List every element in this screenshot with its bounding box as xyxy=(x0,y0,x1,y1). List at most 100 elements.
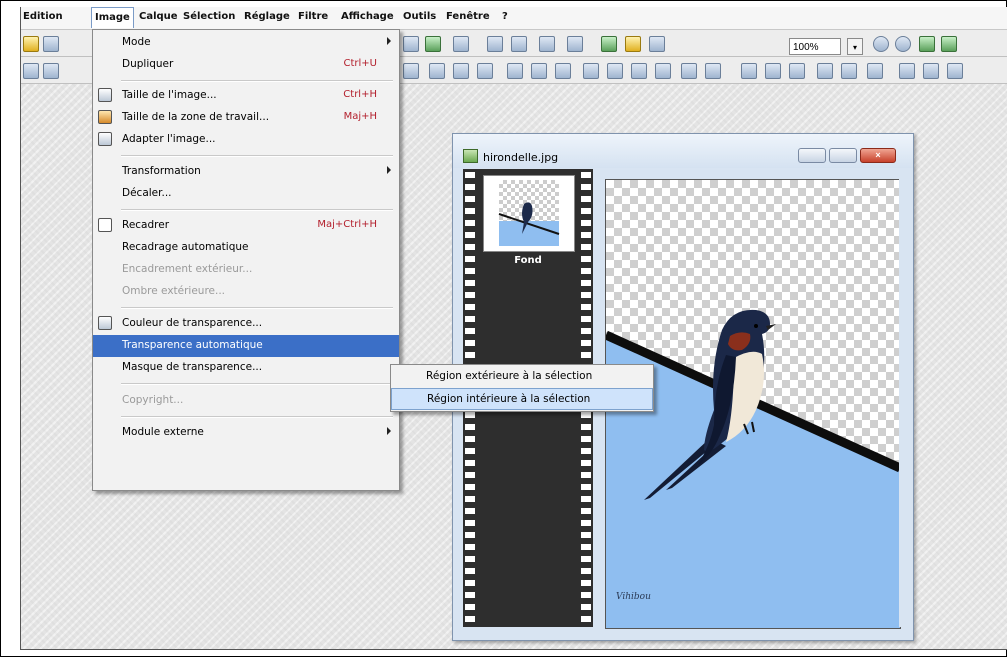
monitor-icon[interactable] xyxy=(649,36,665,52)
zoom-dropdown[interactable]: ▾ xyxy=(847,38,863,55)
align-left-icon[interactable] xyxy=(429,63,445,79)
menu-item-transparence-automatique[interactable]: Transparence automatique xyxy=(93,335,399,357)
minimize-button[interactable] xyxy=(798,148,826,163)
submenu-arrow-icon xyxy=(387,166,391,174)
menu-item-recadrer[interactable]: Recadrer Maj+Ctrl+H xyxy=(93,215,399,237)
menu-item-shortcut: Maj+H xyxy=(343,111,377,122)
transparency-color-icon xyxy=(98,316,112,330)
frame-alt-icon[interactable] xyxy=(681,63,697,79)
layers-icon[interactable] xyxy=(425,36,441,52)
menu-item-decaler[interactable]: Décaler... xyxy=(93,183,399,205)
stack-icon[interactable] xyxy=(507,63,523,79)
image-window-title: hirondelle.jpg xyxy=(483,151,559,164)
menu-item-label: Adapter l'image... xyxy=(122,133,216,145)
submenu-item-label: Région intérieure à la sélection xyxy=(427,393,591,405)
menu-item-couleur-transparence[interactable]: Couleur de transparence... xyxy=(93,313,399,335)
info-icon[interactable] xyxy=(453,36,469,52)
menu-item-mode[interactable]: Mode xyxy=(93,32,399,54)
text-box-icon[interactable] xyxy=(867,63,883,79)
menu-item-transformation[interactable]: Transformation xyxy=(93,161,399,183)
menu-item-adapter-image[interactable]: Adapter l'image... xyxy=(93,129,399,151)
submenu-item-region-interieure[interactable]: Région intérieure à la sélection xyxy=(391,388,653,410)
eraser-icon[interactable] xyxy=(841,63,857,79)
vertical-scrollbar[interactable] xyxy=(899,179,907,627)
document-icon[interactable] xyxy=(899,63,915,79)
canvas-size-icon xyxy=(98,110,112,124)
align-right-icon[interactable] xyxy=(477,63,493,79)
menu-affichage[interactable]: Affichage xyxy=(341,11,394,22)
menu-item-encadrement-exterieur[interactable]: Encadrement extérieur... xyxy=(93,259,399,281)
rectangle-tool-icon[interactable] xyxy=(403,36,419,52)
zoom-out-icon[interactable] xyxy=(895,36,911,52)
menu-item-module-externe[interactable]: Module externe xyxy=(93,422,399,444)
brush-icon[interactable] xyxy=(625,36,641,52)
resize-icon xyxy=(98,88,112,102)
menu-item-taille-image[interactable]: Taille de l'image... Ctrl+H xyxy=(93,85,399,107)
menu-item-shortcut: Ctrl+U xyxy=(343,58,378,69)
menu-reglage[interactable]: Réglage xyxy=(244,11,290,22)
frame-icon[interactable] xyxy=(655,63,671,79)
menu-item-taille-zone-travail[interactable]: Taille de la zone de travail... Maj+H xyxy=(93,107,399,129)
menu-separator xyxy=(121,416,393,418)
menu-item-copyright[interactable]: Copyright... xyxy=(93,390,399,412)
submenu-arrow-icon xyxy=(387,427,391,435)
grid-icon[interactable] xyxy=(705,63,721,79)
layer-down-icon[interactable] xyxy=(765,63,781,79)
menu-item-label: Couleur de transparence... xyxy=(122,317,263,329)
menu-item-label: Taille de la zone de travail... xyxy=(122,111,270,123)
menu-item-label: Transparence automatique xyxy=(122,339,263,351)
app-workspace: Edition Image Calque Sélection Réglage F… xyxy=(20,7,1007,650)
select-icon[interactable] xyxy=(539,36,555,52)
image-file-icon xyxy=(463,149,478,163)
menu-help[interactable]: ? xyxy=(502,11,508,22)
copy-icon[interactable] xyxy=(487,36,503,52)
flip-icon[interactable] xyxy=(601,36,617,52)
menu-image[interactable]: Image xyxy=(91,7,134,28)
menu-item-recadrage-auto[interactable]: Recadrage automatique xyxy=(93,237,399,259)
paint-icon[interactable] xyxy=(817,63,833,79)
menu-item-label: Module externe xyxy=(122,426,204,438)
triangle-right-icon[interactable] xyxy=(555,63,571,79)
paste-icon[interactable] xyxy=(511,36,527,52)
close-button[interactable]: × xyxy=(860,148,896,163)
export-icon[interactable] xyxy=(947,63,963,79)
thumbnail-bird xyxy=(498,202,560,235)
menu-edition[interactable]: Edition xyxy=(23,11,63,22)
layer-up-icon[interactable] xyxy=(741,63,757,79)
menu-fenetre[interactable]: Fenêtre xyxy=(446,11,490,22)
submenu-arrow-icon xyxy=(387,37,391,45)
save-icon[interactable] xyxy=(43,36,59,52)
image-window-titlebar[interactable]: hirondelle.jpg × xyxy=(453,134,913,168)
menu-filtre[interactable]: Filtre xyxy=(298,11,328,22)
menu-selection[interactable]: Sélection xyxy=(183,11,235,22)
menu-calque[interactable]: Calque xyxy=(139,11,178,22)
actual-size-icon[interactable] xyxy=(941,36,957,52)
menu-outils[interactable]: Outils xyxy=(403,11,436,22)
triangle-icon[interactable] xyxy=(631,63,647,79)
triangle-up-icon[interactable] xyxy=(583,63,599,79)
text-tool-icon[interactable] xyxy=(567,36,583,52)
zoom-input[interactable]: 100% xyxy=(789,38,841,55)
rotate-icon[interactable] xyxy=(403,63,419,79)
submenu-item-region-exterieure[interactable]: Région extérieure à la sélection xyxy=(391,366,653,388)
zoom-in-icon[interactable] xyxy=(873,36,889,52)
align-center-icon[interactable] xyxy=(453,63,469,79)
menu-separator xyxy=(121,209,393,211)
triangle-down-icon[interactable] xyxy=(607,63,623,79)
pointer-icon[interactable] xyxy=(43,63,59,79)
menu-separator xyxy=(121,383,393,385)
layer-name: Fond xyxy=(514,255,542,266)
print-icon[interactable] xyxy=(923,63,939,79)
menu-item-label: Ombre extérieure... xyxy=(122,285,226,297)
menu-item-ombre-exterieure[interactable]: Ombre extérieure... xyxy=(93,281,399,303)
maximize-button[interactable] xyxy=(829,148,857,163)
fit-window-icon[interactable] xyxy=(919,36,935,52)
layer-top-icon[interactable] xyxy=(789,63,805,79)
layer-thumbnail[interactable] xyxy=(483,175,575,252)
menu-bar: Edition Image Calque Sélection Réglage F… xyxy=(21,7,1007,30)
open-icon[interactable] xyxy=(23,36,39,52)
menu-item-masque-transparence[interactable]: Masque de transparence... xyxy=(93,357,399,379)
move-icon[interactable] xyxy=(23,63,39,79)
triangle-left-icon[interactable] xyxy=(531,63,547,79)
menu-item-dupliquer[interactable]: Dupliquer Ctrl+U xyxy=(93,54,399,76)
